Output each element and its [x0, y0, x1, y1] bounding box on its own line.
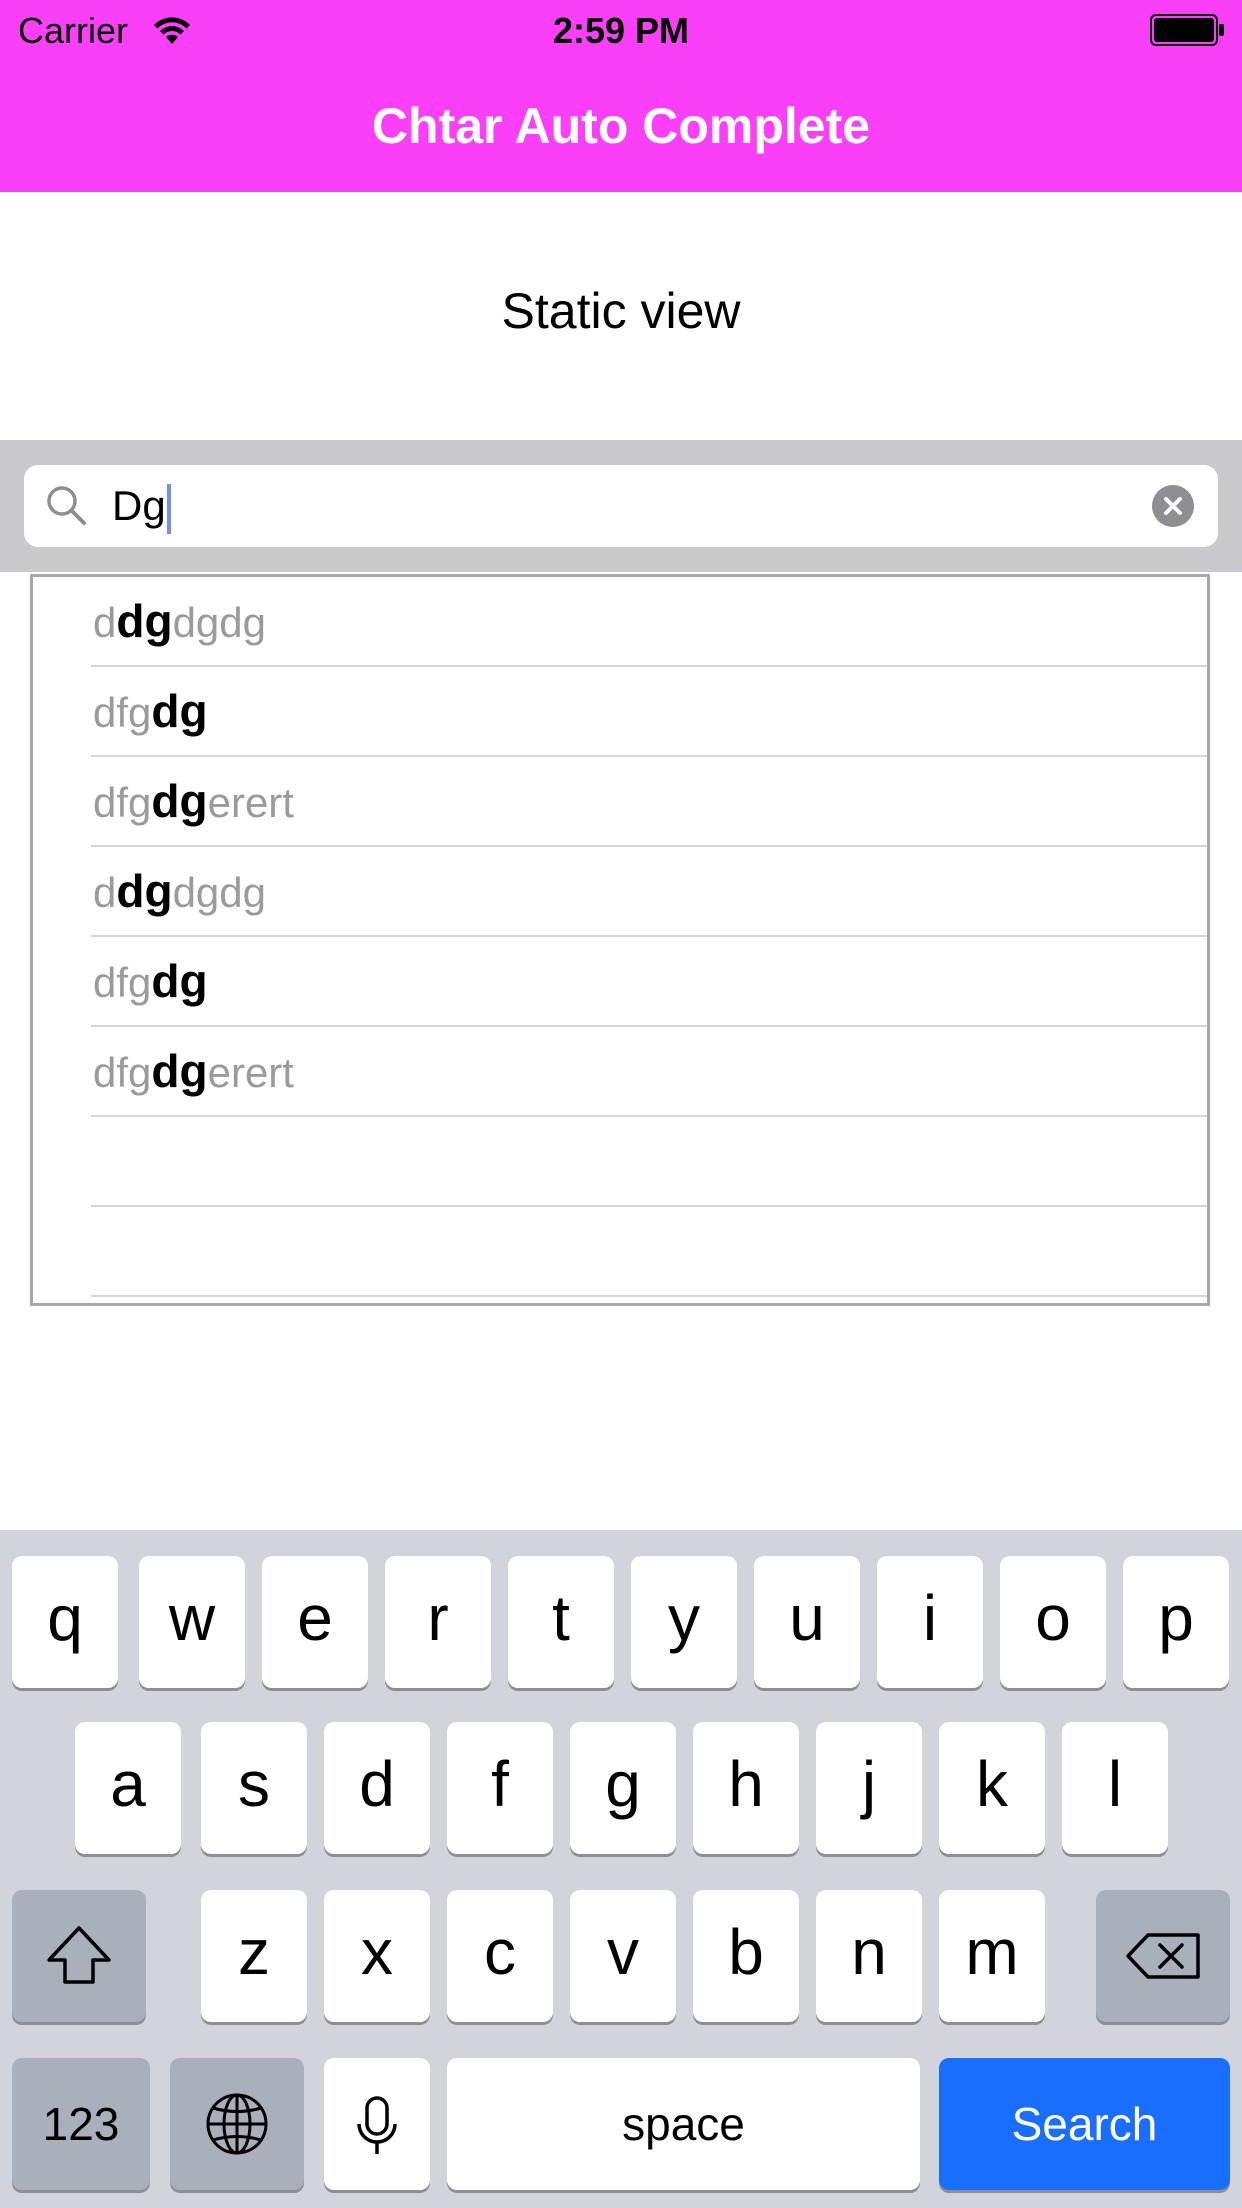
battery-icon [1150, 14, 1226, 46]
key-w[interactable]: w [139, 1556, 245, 1688]
backspace-icon [1126, 1933, 1200, 1979]
key-y[interactable]: y [631, 1556, 737, 1688]
backspace-key[interactable] [1096, 1890, 1230, 2022]
clear-icon [1164, 497, 1182, 515]
key-x[interactable]: x [324, 1890, 430, 2022]
suggestion-text: ddgdgdg [93, 595, 266, 647]
key-e[interactable]: e [262, 1556, 368, 1688]
suggestion-text: ddgdgdg [93, 865, 266, 917]
suggestion-row[interactable]: dfgdgerert [33, 757, 1207, 847]
dictation-key[interactable] [324, 2058, 430, 2190]
empty-row [33, 1207, 1207, 1297]
status-time: 2:59 PM [552, 10, 690, 51]
key-a[interactable]: a [75, 1722, 181, 1854]
key-n[interactable]: n [816, 1890, 922, 2022]
keyboard: q w e r t y u i o p a s d f g h j k l z … [0, 1530, 1242, 2208]
microphone-icon [357, 2096, 397, 2154]
key-t[interactable]: t [508, 1556, 614, 1688]
suggestions-list[interactable]: ddgdgdg dfgdg dfgdgerert ddgdgdg dfgdg d… [30, 574, 1210, 1306]
suggestion-row[interactable]: ddgdgdg [33, 577, 1207, 667]
static-view-label: Static view [501, 283, 741, 339]
suggestion-text: dfgdg [93, 955, 208, 1007]
space-key[interactable]: space [447, 2058, 920, 2190]
suggestion-row[interactable]: dfgdg [33, 667, 1207, 757]
key-v[interactable]: v [570, 1890, 676, 2022]
suggestion-text: dfgdg [93, 685, 208, 737]
search-value: Dg [112, 477, 171, 535]
page-title: Chtar Auto Complete [371, 98, 871, 154]
globe-key[interactable] [170, 2058, 304, 2190]
key-f[interactable]: f [447, 1722, 553, 1854]
numbers-key[interactable]: 123 [12, 2058, 150, 2190]
key-u[interactable]: u [754, 1556, 860, 1688]
shift-key[interactable] [12, 1890, 146, 2022]
key-m[interactable]: m [939, 1890, 1045, 2022]
key-d[interactable]: d [324, 1722, 430, 1854]
key-c[interactable]: c [447, 1890, 553, 2022]
key-l[interactable]: l [1062, 1722, 1168, 1854]
globe-icon [206, 2093, 268, 2155]
row-separator [91, 1295, 1207, 1297]
navigation-bar: Carrier 2:59 PM Chtar Auto Complete [0, 0, 1242, 192]
key-p[interactable]: p [1123, 1556, 1229, 1688]
key-q[interactable]: q [12, 1556, 118, 1688]
key-k[interactable]: k [939, 1722, 1045, 1854]
clear-search-button[interactable] [1152, 485, 1194, 527]
status-bar: Carrier 2:59 PM [0, 0, 1242, 62]
key-o[interactable]: o [1000, 1556, 1106, 1688]
search-input[interactable]: Dg [24, 465, 1218, 547]
key-r[interactable]: r [385, 1556, 491, 1688]
key-j[interactable]: j [816, 1722, 922, 1854]
key-i[interactable]: i [877, 1556, 983, 1688]
key-z[interactable]: z [201, 1890, 307, 2022]
search-icon [44, 483, 90, 529]
suggestion-row[interactable]: dfgdgerert [33, 1027, 1207, 1117]
search-bar: Dg [0, 440, 1242, 572]
suggestion-text: dfgdgerert [93, 775, 294, 827]
key-s[interactable]: s [201, 1722, 307, 1854]
search-key[interactable]: Search [939, 2058, 1230, 2190]
key-h[interactable]: h [693, 1722, 799, 1854]
empty-row [33, 1117, 1207, 1207]
key-g[interactable]: g [570, 1722, 676, 1854]
suggestion-text: dfgdgerert [93, 1045, 294, 1097]
key-b[interactable]: b [693, 1890, 799, 2022]
suggestion-row[interactable]: ddgdgdg [33, 847, 1207, 937]
text-caret [166, 483, 171, 534]
shift-icon [47, 1926, 111, 1984]
suggestion-row[interactable]: dfgdg [33, 937, 1207, 1027]
